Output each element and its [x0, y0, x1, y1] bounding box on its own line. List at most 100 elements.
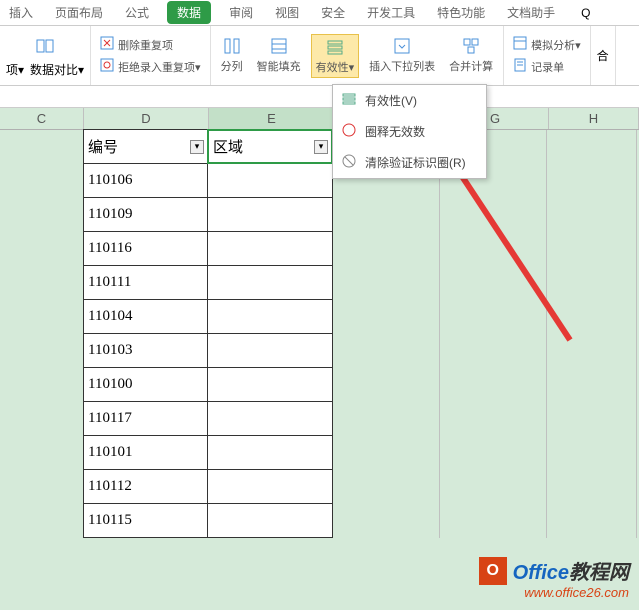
cell[interactable]: [333, 436, 440, 470]
tab-formula[interactable]: 公式: [121, 1, 153, 24]
table-cell[interactable]: 110103: [83, 333, 208, 368]
cell[interactable]: [440, 470, 547, 504]
cell[interactable]: [547, 266, 637, 300]
cell[interactable]: [333, 504, 440, 538]
table-cell[interactable]: [207, 367, 333, 402]
merge-calc-button[interactable]: 合并计算: [445, 34, 497, 78]
cell[interactable]: [547, 198, 637, 232]
recorder-button[interactable]: 记录单: [510, 57, 567, 76]
cell[interactable]: [333, 300, 440, 334]
data-compare-label[interactable]: 数据对比▾: [30, 61, 84, 78]
table-cell[interactable]: 110111: [83, 265, 208, 300]
table-cell[interactable]: 110101: [83, 435, 208, 470]
cell[interactable]: [547, 436, 637, 470]
table-cell[interactable]: 110117: [83, 401, 208, 436]
cell[interactable]: [0, 504, 84, 538]
cell[interactable]: [547, 164, 637, 198]
table-cell[interactable]: 110104: [83, 299, 208, 334]
col-header-c[interactable]: C: [0, 108, 84, 129]
cell[interactable]: [333, 266, 440, 300]
split-column-button[interactable]: 分列: [217, 34, 247, 78]
cell[interactable]: [0, 198, 84, 232]
table-cell[interactable]: [207, 469, 333, 504]
cell[interactable]: [440, 334, 547, 368]
tab-devtools[interactable]: 开发工具: [363, 1, 419, 24]
cell[interactable]: [547, 470, 637, 504]
filter-button[interactable]: ▾: [190, 140, 204, 154]
col-header-e[interactable]: E: [209, 108, 335, 129]
tab-security[interactable]: 安全: [317, 1, 349, 24]
cell[interactable]: [0, 266, 84, 300]
table-cell[interactable]: 110106: [83, 163, 208, 198]
cell[interactable]: [333, 232, 440, 266]
cell[interactable]: [0, 470, 84, 504]
table-cell[interactable]: [207, 435, 333, 470]
header-cell-e[interactable]: 区域 ▾: [207, 129, 333, 164]
menu-item-validity[interactable]: 有效性(V): [333, 85, 486, 116]
dropdown-misc-label[interactable]: 项▾: [6, 61, 24, 78]
cell[interactable]: [440, 300, 547, 334]
table-cell[interactable]: [207, 231, 333, 266]
cell[interactable]: [547, 402, 637, 436]
tab-view[interactable]: 视图: [271, 1, 303, 24]
header-cell-d[interactable]: 编号 ▾: [83, 129, 208, 164]
sim-analysis-button[interactable]: 模拟分析▾: [510, 35, 584, 54]
cell[interactable]: [440, 232, 547, 266]
cell[interactable]: [333, 470, 440, 504]
tab-doc-helper[interactable]: 文档助手: [503, 1, 559, 24]
cell[interactable]: [547, 334, 637, 368]
insert-dropdown-button[interactable]: 插入下拉列表: [365, 34, 439, 78]
reject-duplicates-button[interactable]: 拒绝录入重复项▾: [97, 57, 204, 76]
cell[interactable]: [0, 300, 84, 334]
cell[interactable]: [0, 232, 84, 266]
validity-button[interactable]: 有效性▾: [311, 34, 360, 78]
table-cell[interactable]: [207, 163, 333, 198]
table-cell[interactable]: 110100: [83, 367, 208, 402]
delete-duplicates-button[interactable]: 删除重复项: [97, 35, 176, 54]
menu-item-circle-invalid[interactable]: 圈释无效数: [333, 116, 486, 147]
tab-insert[interactable]: 插入: [5, 1, 37, 24]
table-cell[interactable]: 110116: [83, 231, 208, 266]
cell[interactable]: [547, 232, 637, 266]
col-header-h[interactable]: H: [549, 108, 639, 129]
tab-data[interactable]: 数据: [167, 1, 211, 24]
cell[interactable]: [440, 198, 547, 232]
table-cell[interactable]: 110112: [83, 469, 208, 504]
cell[interactable]: [440, 402, 547, 436]
table-cell[interactable]: [207, 401, 333, 436]
table-cell[interactable]: [207, 333, 333, 368]
table-cell[interactable]: [207, 197, 333, 232]
search-icon[interactable]: Q: [581, 6, 590, 20]
smart-fill-button[interactable]: 智能填充: [253, 34, 305, 78]
table-cell[interactable]: [207, 503, 333, 538]
cell[interactable]: [547, 130, 637, 164]
table-cell[interactable]: [207, 299, 333, 334]
table-cell[interactable]: 110115: [83, 503, 208, 538]
cell[interactable]: [440, 504, 547, 538]
cell[interactable]: [547, 504, 637, 538]
cell[interactable]: [440, 368, 547, 402]
cell[interactable]: [0, 130, 84, 164]
cell[interactable]: [333, 198, 440, 232]
cell[interactable]: [547, 300, 637, 334]
tab-review[interactable]: 审阅: [225, 1, 257, 24]
cell[interactable]: [333, 402, 440, 436]
cell[interactable]: [0, 164, 84, 198]
tab-features[interactable]: 特色功能: [433, 1, 489, 24]
cell[interactable]: [440, 436, 547, 470]
cell[interactable]: [0, 436, 84, 470]
menu-item-clear-circles[interactable]: 清除验证标识圈(R): [333, 147, 486, 178]
cell[interactable]: [333, 334, 440, 368]
cell[interactable]: [333, 368, 440, 402]
col-header-d[interactable]: D: [84, 108, 209, 129]
cell[interactable]: [0, 334, 84, 368]
table-cell[interactable]: [207, 265, 333, 300]
cell[interactable]: [0, 368, 84, 402]
tab-page-layout[interactable]: 页面布局: [51, 1, 107, 24]
table-cell[interactable]: 110109: [83, 197, 208, 232]
cell[interactable]: [440, 266, 547, 300]
cell[interactable]: [547, 368, 637, 402]
filter-button[interactable]: ▾: [314, 140, 328, 154]
cell[interactable]: [0, 402, 84, 436]
data-compare-button[interactable]: [31, 34, 59, 58]
